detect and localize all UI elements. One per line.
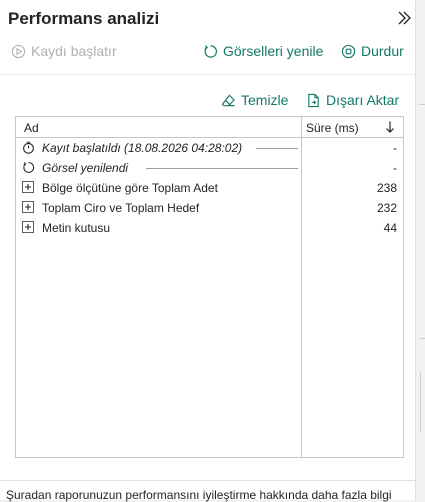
expand-plus-icon[interactable] [22, 221, 34, 233]
record-play-icon [11, 44, 26, 58]
clear-label: Temizle [241, 92, 289, 108]
export-document-icon [308, 93, 319, 107]
refresh-icon [23, 162, 35, 173]
refresh-icon [204, 44, 217, 58]
column-header-duration[interactable]: Süre (ms) [306, 121, 359, 135]
row-duration: 232 [376, 201, 397, 215]
canvas-scrollbar[interactable] [420, 372, 421, 432]
row-duration: - [393, 161, 397, 175]
export-button[interactable]: Dışarı Aktar [306, 92, 399, 108]
table-row[interactable]: Görsel yenilendi - [16, 158, 403, 178]
canvas-edge-mark [419, 104, 425, 105]
table-row[interactable]: Toplam Ciro ve Toplam Hedef 232 [16, 198, 403, 218]
start-recording-label: Kaydı başlatır [31, 43, 117, 59]
collapse-pane-button[interactable] [396, 10, 412, 26]
stop-button[interactable]: Durdur [341, 43, 404, 59]
expand-plus-icon[interactable] [22, 181, 34, 193]
start-recording-button[interactable]: Kaydı başlatır [11, 43, 117, 59]
clear-button[interactable]: Temizle [221, 92, 288, 108]
row-label: Metin kutusu [42, 221, 111, 235]
row-label: Bölge ölçütüne göre Toplam Adet [42, 181, 218, 195]
stopwatch-icon [23, 141, 34, 154]
row-label: Kayıt başlatıldı (18.08.2026 04:28:02) [42, 141, 243, 155]
toolbar-divider [0, 74, 415, 75]
double-chevron-right-icon [398, 11, 411, 25]
eraser-icon [221, 93, 235, 106]
table-row[interactable]: Metin kutusu 44 [16, 218, 403, 238]
arrow-down-icon[interactable] [384, 120, 396, 134]
footer-divider [0, 480, 415, 481]
row-label: Toplam Ciro ve Toplam Hedef [42, 201, 200, 215]
row-timeline-line [146, 168, 298, 169]
pane-title: Performans analizi [8, 9, 160, 28]
table-row[interactable]: Bölge ölçütüne göre Toplam Adet 238 [16, 178, 403, 198]
column-header-name[interactable]: Ad [24, 121, 39, 135]
row-duration: 238 [376, 181, 397, 195]
export-label: Dışarı Aktar [326, 92, 400, 108]
refresh-visuals-label: Görselleri yenile [223, 43, 324, 59]
row-label: Görsel yenilendi [42, 161, 129, 175]
table-header: Ad Süre (ms) [16, 117, 403, 138]
stop-icon [341, 44, 356, 58]
performance-analyzer-pane: Performans analizi Kaydı başlatır Görsel… [0, 0, 416, 502]
row-duration: 44 [383, 221, 397, 235]
stop-label: Durdur [361, 43, 404, 59]
row-duration: - [393, 141, 397, 155]
performance-table: Ad Süre (ms) Kayıt başlatıldı (18.08.202… [15, 116, 404, 458]
refresh-visuals-button[interactable]: Görselleri yenile [203, 43, 323, 59]
canvas-edge-mark [419, 338, 425, 339]
expand-plus-icon[interactable] [22, 201, 34, 213]
table-row[interactable]: Kayıt başlatıldı (18.08.2026 04:28:02) - [16, 138, 403, 158]
row-timeline-line [256, 148, 298, 149]
